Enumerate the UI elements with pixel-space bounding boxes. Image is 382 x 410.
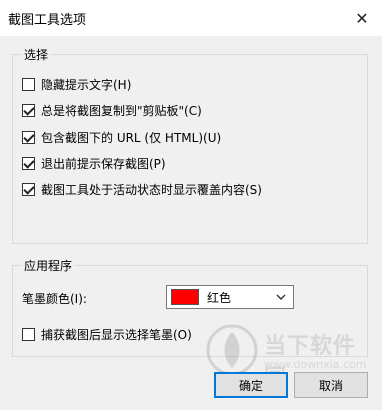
- ink-color-value: 红色: [207, 290, 232, 305]
- option-hide-hint[interactable]: 隐藏提示文字(H): [22, 75, 131, 93]
- checkbox[interactable]: [22, 182, 35, 196]
- options-dialog: 截图工具选项 ✕ 选择 隐藏提示文字(H) 总是将截图复制到"剪贴板"(C) 包…: [0, 0, 382, 410]
- checkbox[interactable]: [22, 327, 35, 341]
- option-label: 隐藏提示文字(H): [41, 77, 132, 92]
- checkbox[interactable]: [22, 77, 35, 91]
- option-include-url[interactable]: 包含截图下的 URL (仅 HTML)(U): [22, 128, 221, 146]
- option-label: 包含截图下的 URL (仅 HTML)(U): [41, 130, 222, 145]
- option-show-overlay[interactable]: 截图工具处于活动状态时显示覆盖内容(S): [22, 180, 262, 198]
- option-label: 退出前提示保存截图(P): [41, 156, 166, 171]
- checkbox[interactable]: [22, 103, 35, 117]
- ink-color-label: 笔墨颜色(I):: [22, 292, 87, 306]
- selection-group-label: 选择: [21, 46, 52, 63]
- option-label: 总是将截图复制到"剪贴板"(C): [41, 103, 202, 118]
- option-show-ink-selection[interactable]: 捕获截图后显示选择笔墨(O): [22, 325, 192, 343]
- option-label: 捕获截图后显示选择笔墨(O): [41, 327, 192, 342]
- close-icon[interactable]: ✕: [350, 6, 374, 30]
- ok-button[interactable]: 确定: [214, 372, 288, 398]
- cancel-button[interactable]: 取消: [294, 372, 368, 398]
- title-bar: 截图工具选项 ✕: [0, 0, 382, 36]
- chevron-down-icon: [276, 294, 286, 300]
- window-title: 截图工具选项: [8, 13, 87, 28]
- option-label: 截图工具处于活动状态时显示覆盖内容(S): [41, 182, 262, 197]
- color-swatch: [171, 289, 199, 305]
- option-copy-clipboard[interactable]: 总是将截图复制到"剪贴板"(C): [22, 101, 202, 119]
- application-group-label: 应用程序: [21, 257, 76, 274]
- ink-color-select[interactable]: 红色: [166, 285, 294, 309]
- checkbox[interactable]: [22, 156, 35, 170]
- checkbox[interactable]: [22, 130, 35, 144]
- watermark-url: www.downxia.com: [264, 358, 367, 371]
- option-prompt-save[interactable]: 退出前提示保存截图(P): [22, 154, 166, 172]
- application-group: 应用程序: [12, 257, 368, 357]
